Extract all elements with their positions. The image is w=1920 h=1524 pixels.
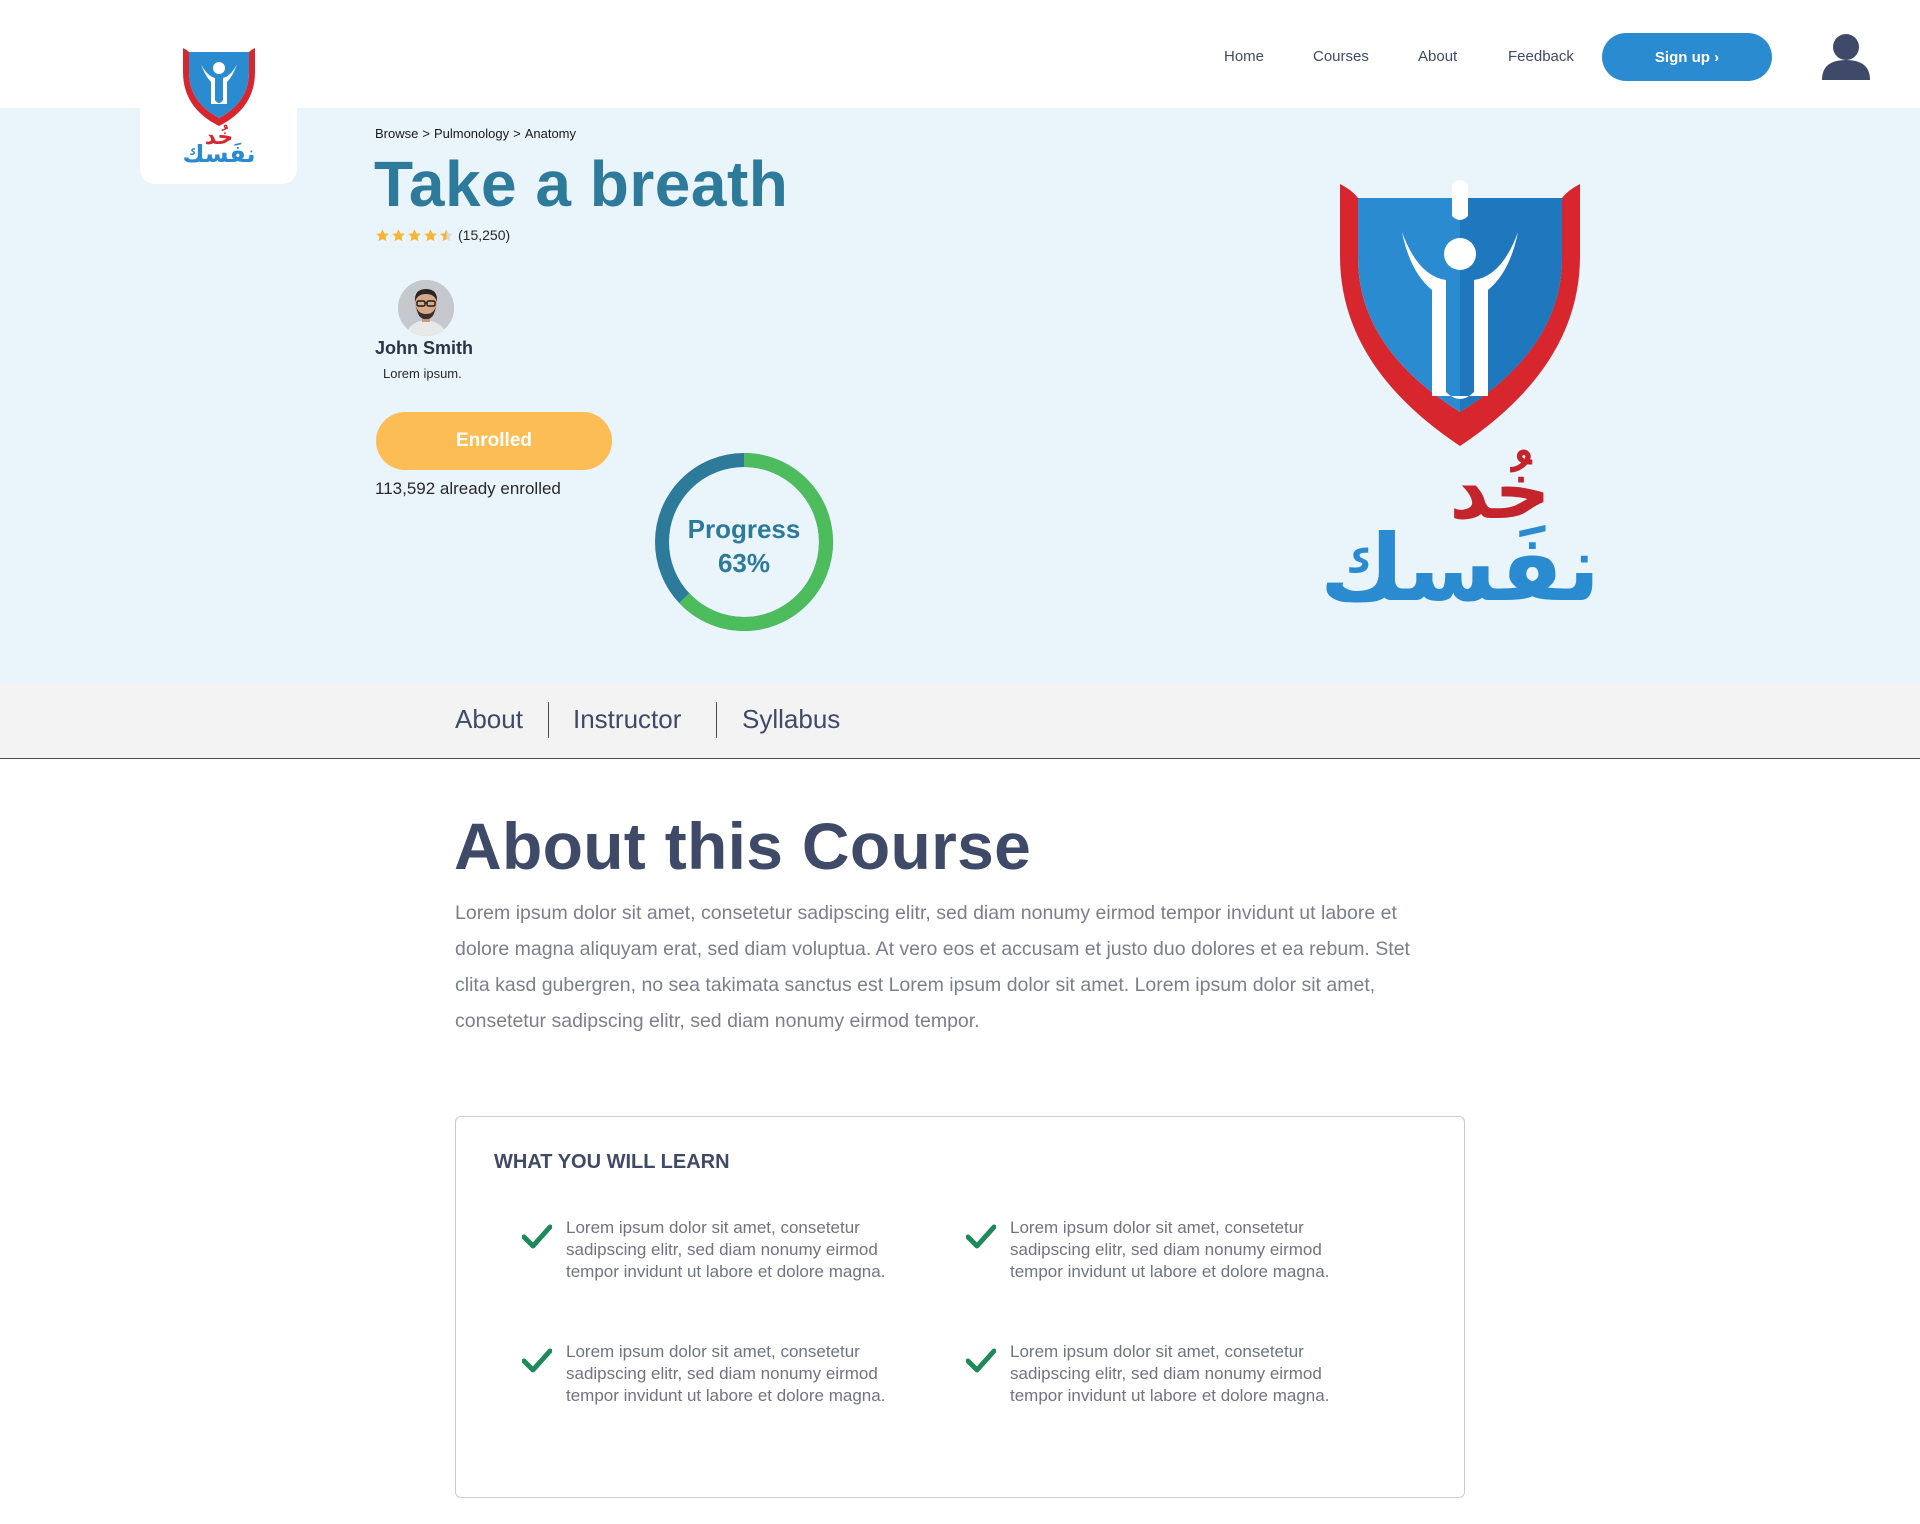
nav-courses-link[interactable]: Courses	[1313, 48, 1369, 65]
tab-instructor[interactable]: Instructor	[573, 704, 681, 735]
breadcrumb-browse[interactable]: Browse	[375, 126, 418, 141]
course-rating: (15,250)	[375, 227, 510, 243]
brand-logo-mark: خُد نفَسك	[182, 48, 255, 164]
learn-title: WHAT YOU WILL LEARN	[494, 1151, 730, 1173]
star-icon	[376, 228, 389, 241]
learn-item: Lorem ipsum dolor sit amet, consetetur s…	[522, 1341, 922, 1407]
check-icon	[522, 1224, 552, 1249]
breadcrumb: Browse > Pulmonology > Anatomy	[375, 126, 576, 141]
breadcrumb-separator: >	[513, 126, 521, 141]
star-half-icon	[440, 228, 453, 241]
rating-stars	[375, 228, 454, 243]
hero-brand-logo: خُد نفَسك	[1320, 180, 1600, 616]
learn-item: Lorem ipsum dolor sit amet, consetetur s…	[966, 1217, 1366, 1283]
enrolled-button[interactable]: Enrolled	[376, 412, 612, 470]
breadcrumb-anatomy[interactable]: Anatomy	[525, 126, 576, 141]
what-you-will-learn-card: WHAT YOU WILL LEARN Lorem ipsum dolor si…	[455, 1116, 1465, 1498]
star-icon	[408, 228, 421, 241]
learn-item: Lorem ipsum dolor sit amet, consetetur s…	[966, 1341, 1366, 1407]
instructor-role: Lorem ipsum.	[383, 366, 462, 381]
rating-count: (15,250)	[458, 227, 511, 243]
sign-up-button[interactable]: Sign up ›	[1602, 33, 1772, 81]
check-icon	[966, 1224, 996, 1249]
tab-divider	[716, 702, 717, 738]
brand-logo[interactable]: خُد نفَسك	[140, 22, 297, 184]
progress-title: Progress	[687, 514, 801, 544]
svg-text:نفَسك: نفَسك	[182, 140, 255, 164]
learn-item-text: Lorem ipsum dolor sit amet, consetetur s…	[566, 1218, 886, 1281]
enrolled-count: 113,592 already enrolled	[375, 479, 561, 498]
learn-item-text: Lorem ipsum dolor sit amet, consetetur s…	[566, 1342, 886, 1405]
user-profile-icon[interactable]	[1820, 30, 1872, 82]
logo-arabic-bottom: نفَسك	[1320, 515, 1600, 616]
nav-feedback-link[interactable]: Feedback	[1508, 48, 1574, 65]
star-icon	[392, 228, 405, 241]
tab-about[interactable]: About	[455, 704, 523, 735]
tab-syllabus[interactable]: Syllabus	[742, 704, 840, 735]
star-icon	[424, 228, 437, 241]
instructor-avatar[interactable]	[398, 280, 454, 336]
course-hero	[0, 108, 1920, 682]
learn-item-text: Lorem ipsum dolor sit amet, consetetur s…	[1010, 1218, 1330, 1281]
course-title: Take a breath	[374, 148, 789, 220]
breadcrumb-separator: >	[422, 126, 430, 141]
course-tabs: About Instructor Syllabus	[0, 682, 1920, 759]
nav-home-link[interactable]: Home	[1224, 48, 1264, 65]
learn-item-text: Lorem ipsum dolor sit amet, consetetur s…	[1010, 1342, 1330, 1405]
about-heading: About this Course	[454, 809, 1032, 883]
check-icon	[966, 1348, 996, 1373]
progress-label: Progress 63%	[652, 512, 836, 580]
progress-value: 63%	[717, 548, 771, 578]
breadcrumb-pulmonology[interactable]: Pulmonology	[434, 126, 509, 141]
about-description: Lorem ipsum dolor sit amet, consetetur s…	[455, 902, 1410, 1032]
instructor-name[interactable]: John Smith	[375, 338, 473, 359]
nav-about-link[interactable]: About	[1418, 48, 1457, 65]
learn-item: Lorem ipsum dolor sit amet, consetetur s…	[522, 1217, 922, 1283]
check-icon	[522, 1348, 552, 1373]
tab-divider	[548, 702, 549, 738]
